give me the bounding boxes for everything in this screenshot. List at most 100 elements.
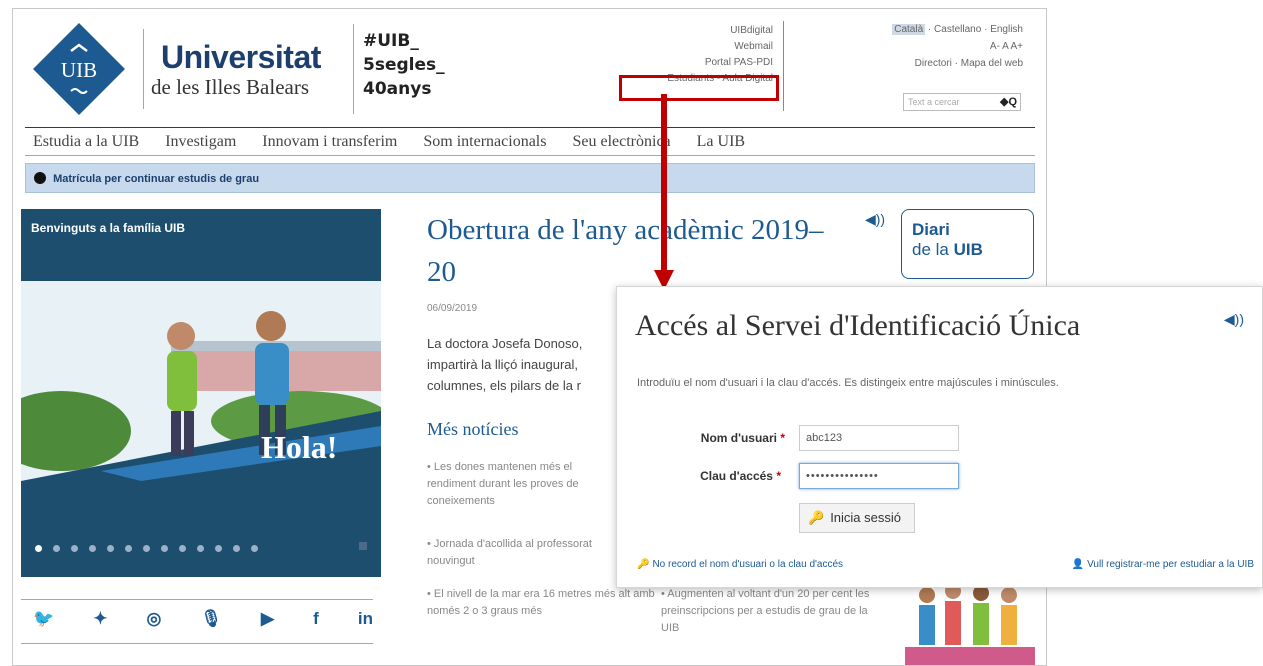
- hashtag-divider: [353, 24, 354, 114]
- speaker-icon[interactable]: ◀)): [865, 211, 885, 228]
- article-date: 06/09/2019: [427, 303, 478, 314]
- hashtag-line: 40anys: [363, 79, 432, 99]
- social-divider-bottom: [21, 643, 373, 644]
- slider-dot[interactable]: [71, 545, 78, 552]
- notice-text[interactable]: Matrícula per continuar estudis de grau: [53, 173, 259, 185]
- password-label-text: Clau d'accés: [700, 469, 773, 483]
- username-label-text: Nom d'usuari: [700, 431, 777, 445]
- youtube-icon[interactable]: ▶: [261, 609, 274, 629]
- alert-icon: [34, 172, 46, 184]
- forgot-text: No record el nom d'usuari o la clau d'ac…: [652, 559, 844, 570]
- username-input[interactable]: [799, 425, 959, 451]
- social-divider-top: [21, 599, 373, 600]
- login-button-label: Inicia sessió: [830, 510, 901, 525]
- more-news-heading[interactable]: Més notícies: [427, 419, 519, 440]
- login-button[interactable]: 🔑 Inicia sessió: [799, 503, 915, 533]
- nav-item-la-uib[interactable]: La UIB: [697, 133, 745, 150]
- uibdigital-link[interactable]: UIBdigital: [613, 23, 773, 39]
- directory-links[interactable]: Directori · Mapa del web: [793, 55, 1023, 72]
- slider-dot[interactable]: [197, 545, 204, 552]
- university-subtitle: de les Illes Balears: [151, 75, 310, 99]
- search-placeholder: Text a cercar: [908, 97, 960, 107]
- password-input[interactable]: [799, 463, 959, 489]
- slider-dot[interactable]: [143, 545, 150, 552]
- required-mark: *: [780, 431, 785, 445]
- hashtag-line: #UIB_: [363, 31, 419, 51]
- nav-item-investigam[interactable]: Investigam: [165, 133, 236, 150]
- article-body: La doctora Josefa Donoso, impartirà la l…: [427, 336, 583, 393]
- portal-pas-pdi-link[interactable]: Portal PAS-PDI: [613, 55, 773, 71]
- utility-divider: [783, 21, 784, 111]
- article-title[interactable]: Obertura de l'any acadèmic 2019–20: [427, 209, 827, 293]
- slider-dots: [35, 539, 365, 552]
- user-add-icon: 👤: [1071, 559, 1085, 570]
- lang-english-link[interactable]: English: [990, 24, 1023, 35]
- people-illustration: [905, 583, 1035, 665]
- slider-dot[interactable]: [215, 545, 222, 552]
- login-panel: Accés al Servei d'Identificació Única ◀)…: [616, 286, 1263, 588]
- login-title: Accés al Servei d'Identificació Única: [635, 309, 1081, 342]
- facebook-icon[interactable]: f: [313, 609, 319, 629]
- twitter-alt-icon[interactable]: ✦: [93, 609, 107, 629]
- instagram-icon[interactable]: ◎: [147, 609, 162, 629]
- required-mark: *: [776, 469, 781, 483]
- lang-castellano-link[interactable]: Castellano: [934, 24, 981, 35]
- diari-prefix: de la: [912, 240, 954, 259]
- language-area: Català · Castellano · English A- A A+ Di…: [793, 21, 1023, 72]
- university-name[interactable]: Universitat: [161, 39, 321, 76]
- slider-dot[interactable]: [89, 545, 96, 552]
- news-item[interactable]: • Les dones mantenen més el rendiment du…: [427, 459, 617, 510]
- forgot-credentials-link[interactable]: 🔑 No record el nom d'usuari o la clau d'a…: [637, 559, 843, 570]
- diari-title: Diari: [912, 220, 950, 239]
- font-size-controls[interactable]: A- A A+: [793, 38, 1023, 55]
- register-text: Vull registrar-me per estudiar a la UIB: [1087, 559, 1254, 570]
- nav-item-estudia[interactable]: Estudia a la UIB: [33, 133, 139, 150]
- nav-divider-bottom: [25, 155, 1035, 156]
- lang-catala-link[interactable]: Català: [892, 24, 926, 35]
- nav-item-innovam[interactable]: Innovam i transferim: [262, 133, 397, 150]
- key-icon: 🔑: [808, 510, 825, 525]
- diari-bold: UIB: [953, 240, 983, 259]
- key-icon: 🔑: [637, 559, 650, 570]
- webmail-link[interactable]: Webmail: [613, 39, 773, 55]
- slider-dot[interactable]: [53, 545, 60, 552]
- anniversary-hashtag: #UIB_ 5segles_ 40anys: [363, 29, 463, 101]
- notice-bar[interactable]: Matrícula per continuar estudis de grau: [25, 163, 1035, 193]
- slider-dot[interactable]: [179, 545, 186, 552]
- annotation-arrow: [654, 94, 674, 290]
- search-input[interactable]: Text a cercar ◆Q: [903, 93, 1021, 111]
- search-icon[interactable]: ◆Q: [1000, 95, 1017, 108]
- logo-divider: [143, 29, 144, 109]
- slider-dot[interactable]: [35, 545, 42, 552]
- slider-dot[interactable]: [233, 545, 240, 552]
- logo-text: UIB: [61, 58, 97, 82]
- linkedin-icon[interactable]: in: [358, 609, 373, 629]
- hero-greeting: Hola!: [261, 429, 338, 465]
- speaker-icon[interactable]: ◀)): [1224, 311, 1244, 328]
- nav-divider-top: [25, 127, 1035, 128]
- pause-icon[interactable]: [359, 542, 367, 550]
- slider-dot[interactable]: [161, 545, 168, 552]
- uib-logo[interactable]: UIB: [31, 21, 127, 117]
- news-item[interactable]: • Jornada d'acollida al professorat nouv…: [427, 536, 597, 570]
- slider-dot[interactable]: [251, 545, 258, 552]
- slider-dot[interactable]: [125, 545, 132, 552]
- nav-item-internacionals[interactable]: Som internacionals: [423, 133, 546, 150]
- news-item[interactable]: • Augmenten al voltant d'un 20 per cent …: [661, 586, 881, 637]
- hero-caption: Benvinguts a la família UIB: [31, 221, 186, 235]
- diari-subtitle: de la UIB: [912, 240, 1023, 260]
- password-label: Clau d'accés *: [631, 469, 781, 483]
- podcast-icon[interactable]: 🎙: [200, 609, 222, 629]
- username-label: Nom d'usuari *: [635, 431, 785, 445]
- social-links: 🐦 ✦ ◎ 🎙 ▶ f in: [33, 609, 373, 629]
- login-intro: Introduïu el nom d'usuari i la clau d'ac…: [637, 377, 1059, 389]
- main-nav: Estudia a la UIB Investigam Innovam i tr…: [33, 133, 1033, 151]
- register-link[interactable]: 👤 Vull registrar-me per estudiar a la UIB: [1072, 559, 1254, 570]
- twitter-icon[interactable]: 🐦: [33, 609, 54, 629]
- diari-uib-button[interactable]: Diari de la UIB: [901, 209, 1034, 279]
- hero-slider[interactable]: Benvinguts a la família UIB Hola!: [21, 209, 381, 577]
- hashtag-line: 5segles_: [363, 55, 445, 75]
- slider-dot[interactable]: [107, 545, 114, 552]
- highlight-annotation-box: [619, 75, 779, 101]
- news-item[interactable]: • El nivell de la mar era 16 metres més …: [427, 586, 667, 620]
